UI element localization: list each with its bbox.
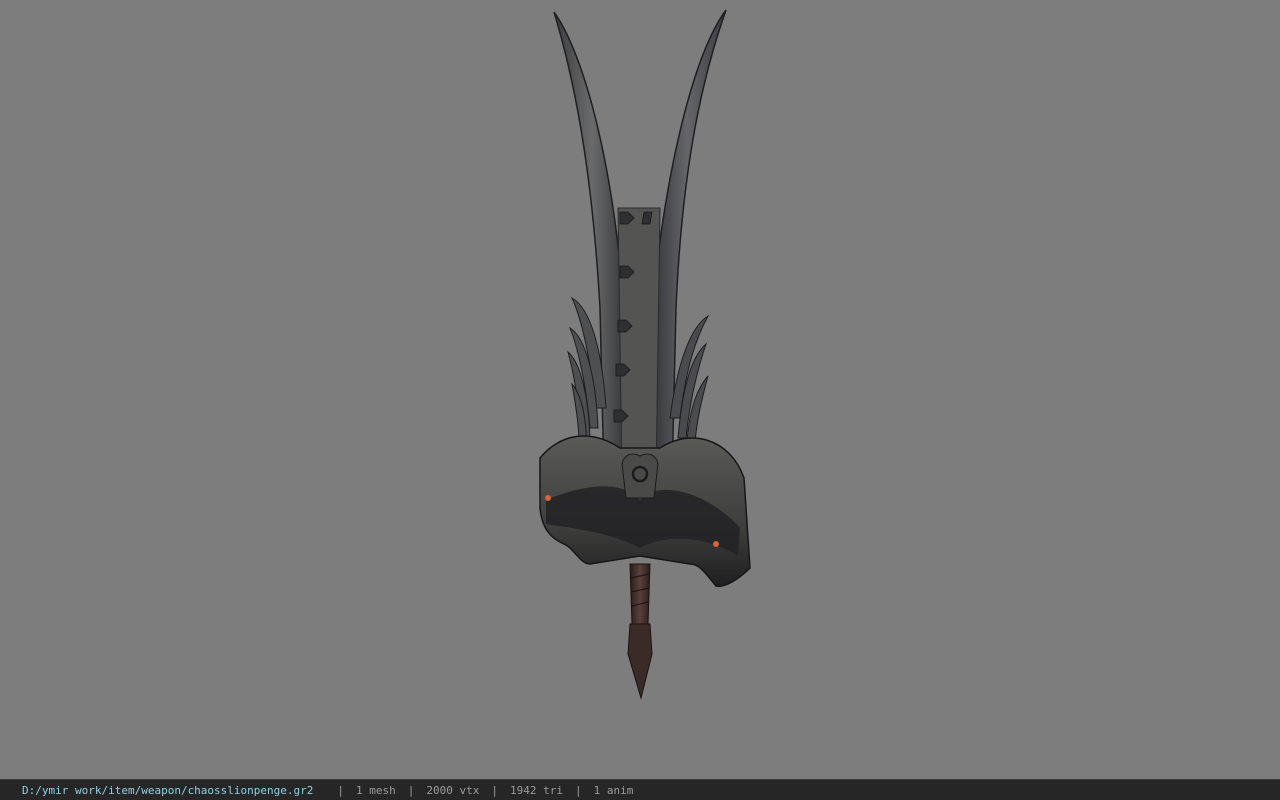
guard-emblem [621, 453, 659, 499]
status-separator: | [407, 783, 415, 797]
3d-viewport[interactable] [0, 0, 1280, 779]
status-bar: D:/ymir work/item/weapon/chaosslionpenge… [0, 779, 1280, 800]
vertex-count: 2000 vtx [426, 783, 480, 797]
file-path: D:/ymir work/item/weapon/chaosslionpenge… [22, 783, 314, 797]
triangle-count: 1942 tri [510, 783, 563, 797]
central-spine [617, 207, 661, 479]
mesh-count: 1 mesh [356, 783, 396, 797]
weapon-model[interactable] [520, 8, 760, 708]
pommel [627, 623, 653, 700]
status-separator: | [337, 783, 345, 797]
status-separator: | [575, 783, 582, 797]
animation-count: 1 anim [593, 783, 634, 797]
status-separator: | [491, 783, 499, 797]
grip [629, 563, 651, 625]
